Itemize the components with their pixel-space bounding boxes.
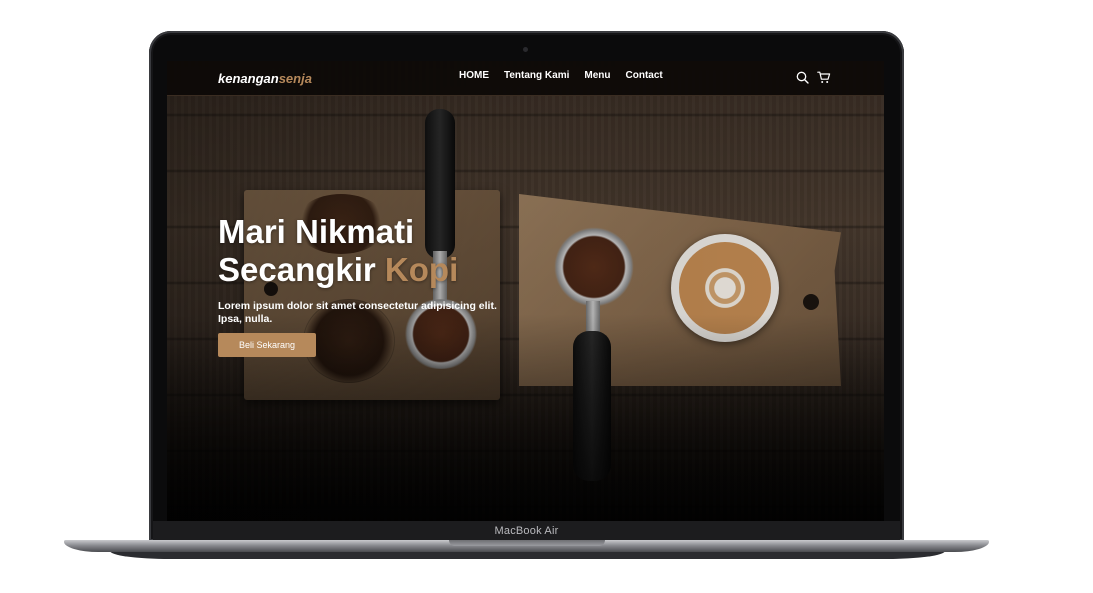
laptop-chin: MacBook Air	[153, 521, 900, 541]
site-logo[interactable]: kenangansenja	[218, 71, 312, 86]
nav-links: HOME Tentang Kami Menu Contact	[459, 70, 663, 81]
nav-link-tentang-kami[interactable]: Tentang Kami	[504, 70, 569, 81]
hero-title-accent: Kopi	[384, 251, 459, 288]
nav-icons	[796, 71, 831, 84]
laptop-base-notch	[449, 540, 605, 546]
hero-title: Mari Nikmati Secangkir Kopi	[218, 213, 518, 289]
hero-description: Lorem ipsum dolor sit amet consectetur a…	[218, 300, 497, 325]
laptop-screen: kenangansenja HOME Tentang Kami Menu Con…	[167, 61, 884, 521]
hero-overlay	[167, 61, 884, 521]
shopping-cart-icon[interactable]	[817, 71, 831, 84]
navbar: kenangansenja HOME Tentang Kami Menu Con…	[167, 61, 884, 96]
search-icon[interactable]	[796, 71, 809, 84]
device-label: MacBook Air	[494, 525, 559, 537]
hero-title-line2: Secangkir	[218, 251, 376, 288]
nav-link-menu[interactable]: Menu	[584, 70, 610, 81]
webcam	[523, 47, 528, 52]
logo-accent: senja	[278, 71, 312, 86]
buy-now-button[interactable]: Beli Sekarang	[218, 333, 316, 357]
laptop-base-shadow	[110, 551, 945, 559]
nav-link-home[interactable]: HOME	[459, 70, 489, 81]
nav-link-contact[interactable]: Contact	[626, 70, 663, 81]
hero-title-line1: Mari Nikmati	[218, 213, 415, 250]
logo-main: kenangan	[218, 71, 279, 86]
